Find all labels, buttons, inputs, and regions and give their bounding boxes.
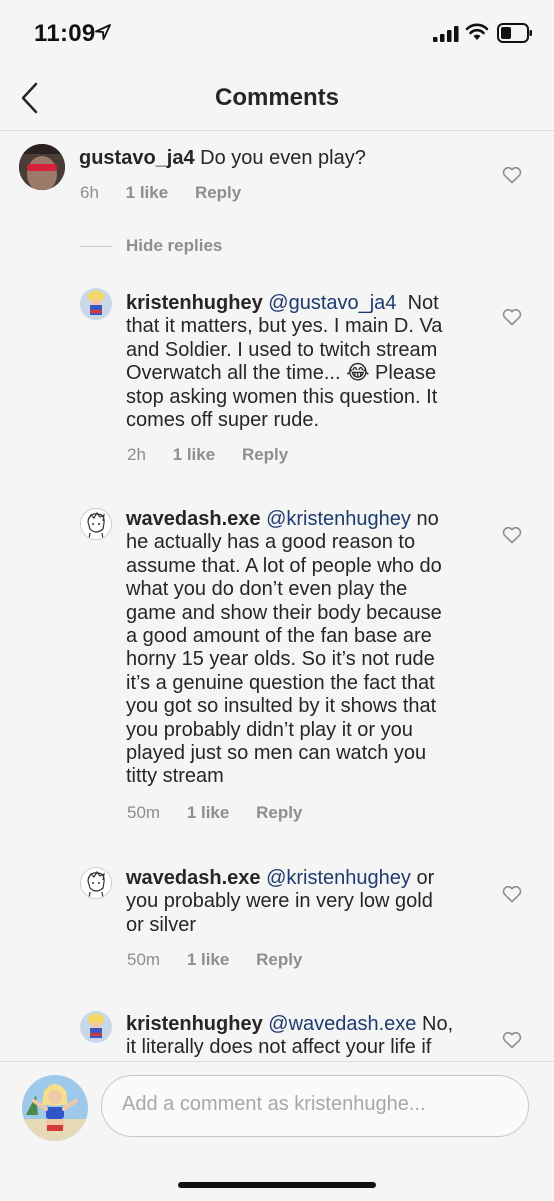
avatar[interactable]: [80, 867, 112, 899]
comment-line: titty stream: [126, 765, 224, 788]
heart-icon[interactable]: [502, 166, 522, 184]
comment-line: no: [416, 508, 439, 530]
comment-line: assume that. A lot of people who do: [126, 554, 442, 577]
comment-line: Overwatch all the time...: [126, 362, 341, 385]
comment-line: Not: [407, 292, 439, 314]
comment-text: gustavo_ja4 Do you even play?: [79, 147, 479, 170]
mention-link[interactable]: @gustavo_ja4: [268, 292, 396, 314]
comment-likes[interactable]: 1 like: [173, 445, 216, 464]
comment-meta: 6h 1 like Reply: [80, 183, 263, 203]
mention-link[interactable]: @kristenhughey: [266, 867, 411, 889]
comment-line: you probably were in very low gold: [126, 890, 433, 913]
comment-username[interactable]: wavedash.exe: [126, 508, 261, 530]
reply-comment: wavedash.exe @kristenhughey no he actual…: [0, 496, 554, 836]
laughing-emoji: 😂: [346, 362, 370, 385]
comment-line: you got so insulted by it shows that: [126, 695, 437, 718]
comment-line: or: [416, 867, 435, 889]
comment-likes[interactable]: 1 like: [187, 950, 230, 969]
avatar-image: [80, 1011, 112, 1043]
comments-header: Comments: [0, 68, 554, 131]
heart-icon[interactable]: [502, 308, 522, 326]
comment-meta: 50m 1 like Reply: [127, 803, 324, 823]
comment-text: wavedash.exe @kristenhughey no he actual…: [126, 508, 526, 789]
comment-line: stop asking women this question. It: [126, 385, 438, 408]
heart-icon[interactable]: [502, 885, 522, 903]
comment-line: horny 15 year olds. So it’s not rude: [126, 648, 435, 671]
comment-line: game and show their body because: [126, 601, 442, 624]
home-indicator: [178, 1182, 376, 1188]
reply-comment: kristenhughey @gustavo_ja4 Not that it m…: [0, 280, 554, 480]
comment-input-box[interactable]: [101, 1075, 529, 1137]
divider-line: [80, 246, 112, 247]
comment-line: or silver: [126, 913, 197, 936]
comment-username[interactable]: kristenhughey: [126, 292, 263, 314]
reply-comment: kristenhughey @wavedash.exe No, it liter…: [0, 1003, 554, 1061]
comment-line: that it matters, but yes. I main D. Va: [126, 315, 443, 338]
comment-text: wavedash.exe @kristenhughey or you proba…: [126, 867, 526, 937]
comment-composer: [0, 1061, 554, 1201]
comment-line: Please: [375, 362, 437, 385]
comment-text: kristenhughey @wavedash.exe No, it liter…: [126, 1013, 526, 1060]
comment-username[interactable]: kristenhughey: [126, 1013, 263, 1035]
comment-meta: 50m 1 like Reply: [127, 950, 324, 970]
reply-button[interactable]: Reply: [256, 803, 302, 822]
reply-button[interactable]: Reply: [195, 183, 241, 202]
comment-line: played just so men can watch you: [126, 742, 427, 765]
comment-input[interactable]: [120, 1092, 504, 1117]
comment-time: 6h: [80, 183, 99, 202]
avatar-image: [80, 288, 112, 320]
comment-line: it literally does not affect your life i…: [126, 1036, 432, 1059]
avatar-image: [81, 509, 111, 539]
mention-link[interactable]: @wavedash.exe: [268, 1013, 416, 1035]
reply-button[interactable]: Reply: [256, 950, 302, 969]
battery-icon: [497, 23, 532, 43]
comment: gustavo_ja4 Do you even play? 6h 1 like …: [0, 130, 554, 230]
comment-text: kristenhughey @gustavo_ja4 Not that it m…: [126, 292, 526, 432]
wifi-icon: [465, 23, 489, 40]
comment-time: 50m: [127, 950, 161, 969]
avatar-image: [22, 1075, 88, 1141]
comment-time: 2h: [127, 445, 146, 464]
comment-likes[interactable]: 1 like: [187, 803, 230, 822]
avatar-image: [19, 144, 65, 190]
hide-replies-label: Hide replies: [126, 236, 223, 255]
avatar[interactable]: [80, 1011, 112, 1043]
comment-line: a good amount of the fan base are: [126, 625, 432, 648]
avatar[interactable]: [80, 508, 112, 540]
comment-likes[interactable]: 1 like: [126, 183, 169, 202]
location-arrow-icon: [95, 24, 111, 40]
comment-line: No,: [422, 1013, 454, 1035]
comment-line: you probably didn’t play it or you: [126, 718, 413, 741]
avatar-image: [81, 868, 111, 898]
page-title: Comments: [214, 84, 340, 111]
comment-line: it’s a genuine question the fact that: [126, 671, 435, 694]
heart-icon[interactable]: [502, 1031, 522, 1049]
reply-comment: wavedash.exe @kristenhughey or you proba…: [0, 855, 554, 985]
comment-line: and Soldier. I used to twitch stream: [126, 338, 438, 361]
heart-icon[interactable]: [502, 526, 522, 544]
comment-username[interactable]: gustavo_ja4: [79, 147, 195, 169]
comment-line: he actually has a good reason to: [126, 531, 416, 554]
mention-link[interactable]: @kristenhughey: [266, 508, 411, 530]
status-time: 11:09: [34, 20, 96, 47]
comment-username[interactable]: wavedash.exe: [126, 867, 261, 889]
comment-body: Do you even play?: [200, 147, 366, 169]
signal-icon: [433, 26, 459, 42]
avatar[interactable]: [80, 288, 112, 320]
comment-line: comes off super rude.: [126, 409, 320, 432]
avatar[interactable]: [19, 144, 65, 190]
comment-meta: 2h 1 like Reply: [127, 445, 310, 465]
avatar: [22, 1075, 88, 1141]
reply-button[interactable]: Reply: [242, 445, 288, 464]
comment-time: 50m: [127, 803, 161, 822]
status-bar: 11:09: [0, 0, 554, 68]
comment-line: what you do don’t even play the: [126, 578, 408, 601]
